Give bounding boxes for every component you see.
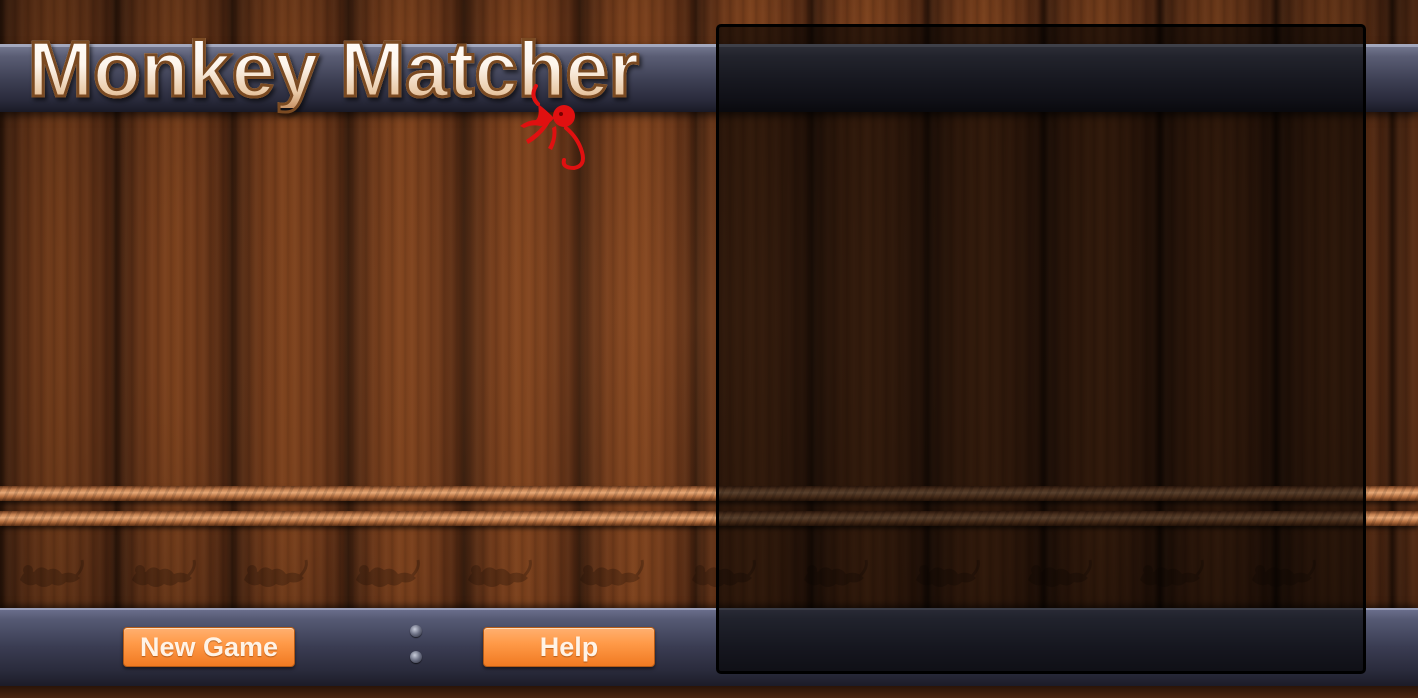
monkey-silhouette-icon (468, 559, 532, 587)
game-board[interactable] (716, 24, 1366, 674)
monkey-silhouette-icon (580, 559, 644, 587)
monkey-silhouette-icon (20, 559, 84, 587)
monkey-silhouette-icon (356, 559, 420, 587)
monkey-silhouette-icon (132, 559, 196, 587)
bottom-wood-edge (0, 686, 1418, 698)
game-stage: Monkey Matcher New Game Help (0, 0, 1418, 698)
help-button[interactable]: Help (483, 627, 655, 667)
new-game-button[interactable]: New Game (123, 627, 295, 667)
rivet (410, 625, 422, 637)
red-monkey-icon (520, 84, 585, 171)
monkey-silhouette-icon (244, 559, 308, 587)
rivet (410, 651, 422, 663)
